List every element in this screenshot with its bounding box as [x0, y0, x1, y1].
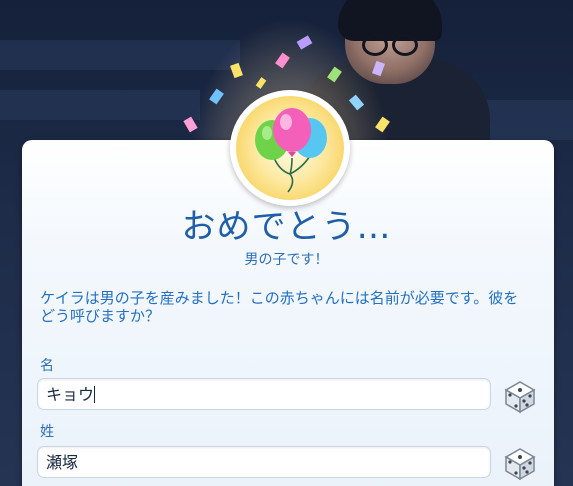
randomize-last-name-dice-icon[interactable] — [500, 443, 540, 483]
dialog-subtitle: 男の子です！ — [244, 252, 329, 268]
dialog-message: ケイラは男の子を産みました！この赤ちゃんには名前が必要です。彼をどう呼びますか？ — [40, 289, 519, 325]
game-scene: おめでとう… 男の子です！ ケイラは男の子を産みました！この赤ちゃんには名前が必… — [0, 0, 573, 486]
randomize-first-name-dice-icon[interactable] — [500, 376, 540, 416]
first-name-field[interactable]: キョウ — [37, 378, 491, 410]
celebration-badge — [230, 90, 350, 206]
last-name-value: 瀬塚 — [46, 453, 79, 472]
text-caret — [94, 386, 96, 403]
first-name-label: 名 — [40, 358, 54, 374]
first-name-value: キョウ — [46, 385, 95, 404]
last-name-label: 姓 — [40, 424, 54, 440]
dialog-title: おめでとう… — [181, 207, 392, 247]
last-name-field[interactable]: 瀬塚 — [37, 446, 491, 478]
background-stair — [0, 90, 200, 120]
balloons-icon — [255, 108, 327, 193]
